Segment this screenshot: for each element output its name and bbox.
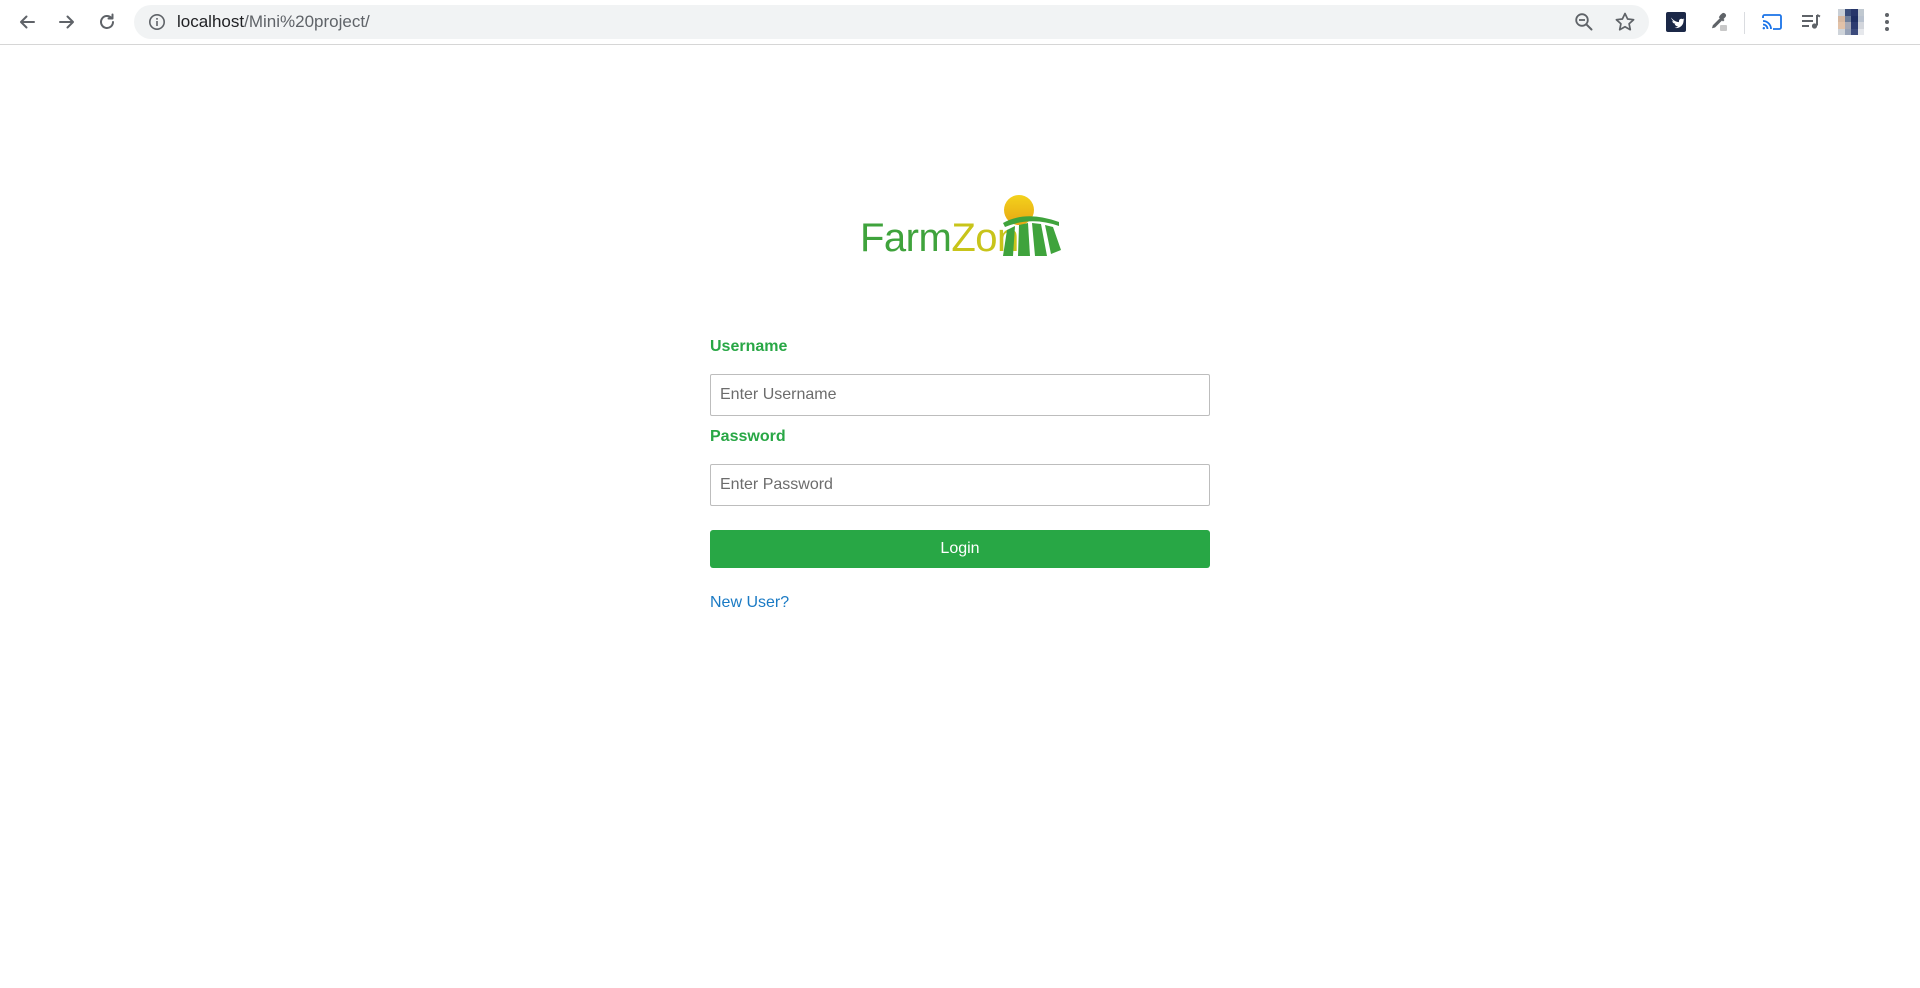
back-button[interactable] bbox=[12, 7, 42, 37]
username-input[interactable] bbox=[710, 374, 1210, 416]
reload-icon bbox=[100, 13, 114, 29]
url-text[interactable]: localhost/Mini%20project/ bbox=[177, 12, 370, 32]
toolbar-separator bbox=[1744, 12, 1745, 34]
media-control-icon[interactable] bbox=[1800, 11, 1822, 33]
twitter-extension-icon[interactable] bbox=[1665, 11, 1687, 33]
sun-field-logo-icon bbox=[1003, 195, 1061, 256]
info-icon[interactable] bbox=[148, 13, 166, 31]
login-form: Username Password Login New User? bbox=[710, 336, 1210, 612]
cast-icon[interactable] bbox=[1761, 11, 1783, 33]
eyedropper-extension-icon[interactable] bbox=[1707, 11, 1729, 33]
username-label: Username bbox=[710, 338, 788, 355]
farmzon-logo: FarmZon bbox=[860, 192, 1061, 262]
forward-button[interactable] bbox=[52, 7, 82, 37]
url-host: localhost bbox=[177, 12, 245, 31]
new-user-link[interactable]: New User? bbox=[710, 594, 789, 612]
zoom-out-icon[interactable] bbox=[1574, 12, 1594, 32]
address-bar[interactable]: localhost/Mini%20project/ bbox=[134, 5, 1649, 39]
logo-text: FarmZon bbox=[860, 216, 1019, 260]
arrow-left-icon bbox=[20, 15, 35, 29]
password-input[interactable] bbox=[710, 464, 1210, 506]
url-path: /Mini%20project/ bbox=[244, 12, 370, 31]
arrow-right-icon bbox=[59, 15, 74, 29]
browser-toolbar: localhost/Mini%20project/ bbox=[0, 0, 1920, 45]
logo-text-farm: Farm bbox=[860, 216, 952, 260]
login-button[interactable]: Login bbox=[710, 530, 1210, 568]
avatar[interactable] bbox=[1838, 9, 1864, 35]
kebab-menu-icon[interactable] bbox=[1882, 11, 1892, 33]
reload-button[interactable] bbox=[92, 7, 122, 37]
password-label: Password bbox=[710, 428, 786, 445]
star-icon[interactable] bbox=[1614, 11, 1636, 33]
